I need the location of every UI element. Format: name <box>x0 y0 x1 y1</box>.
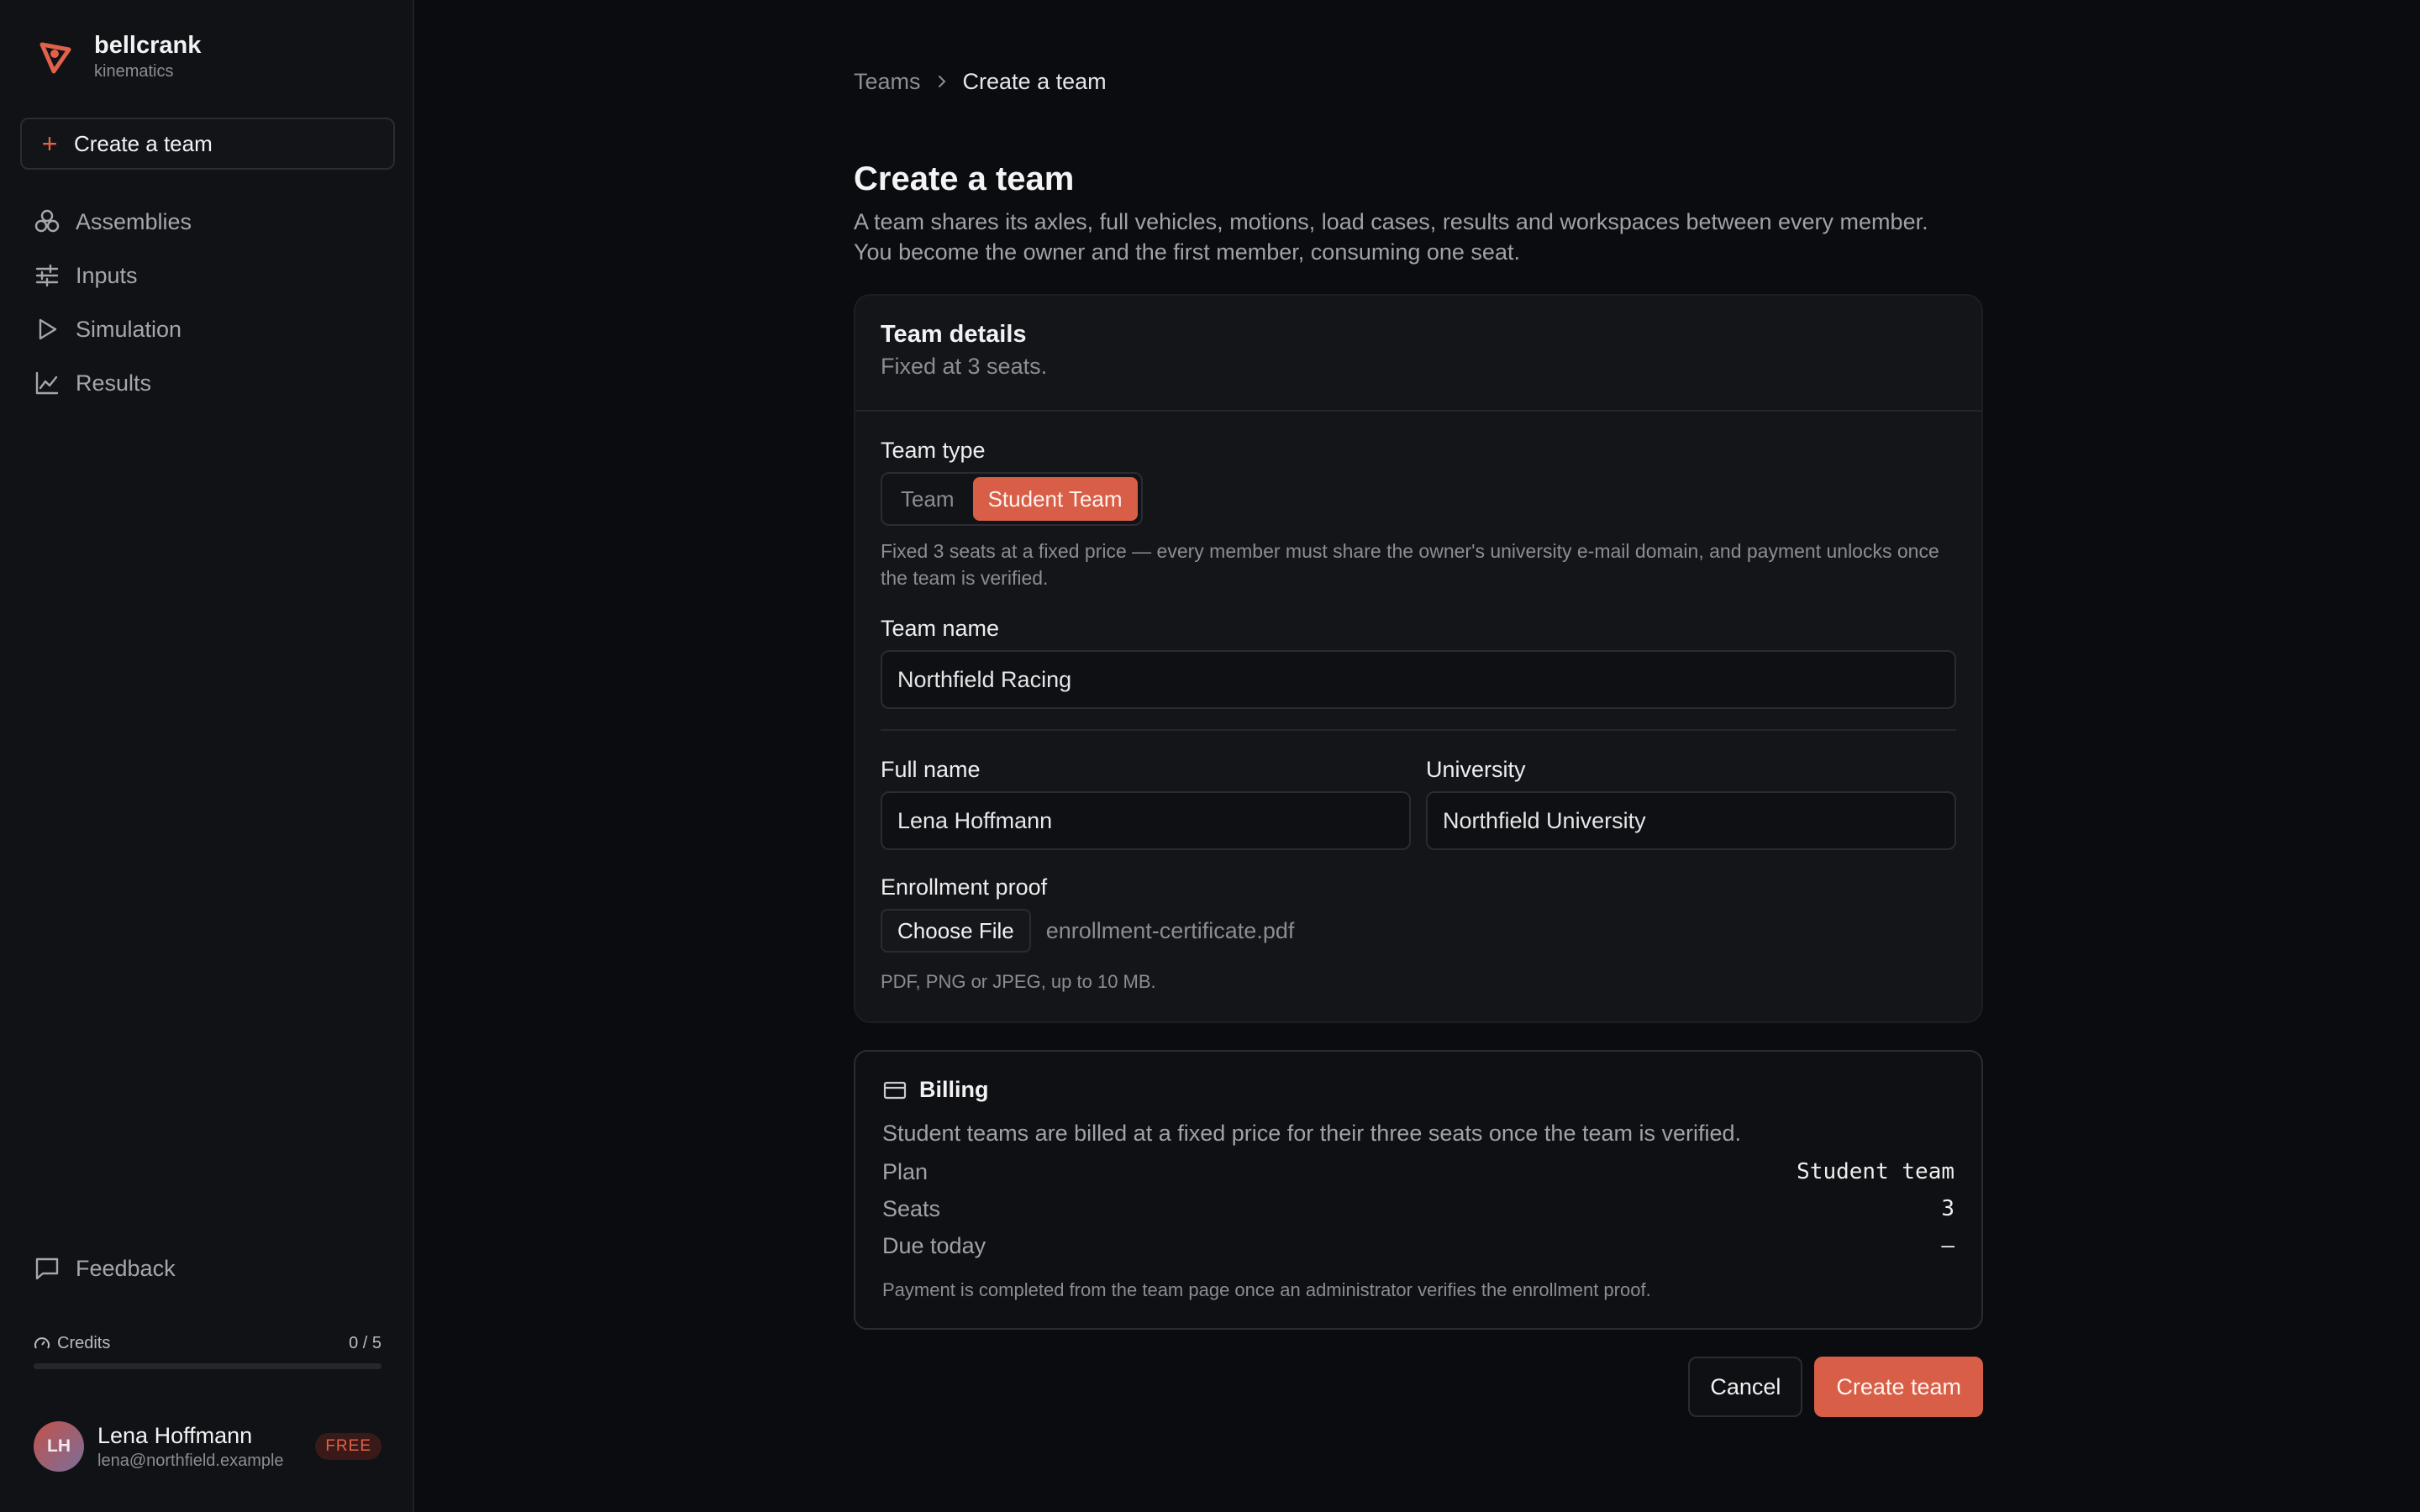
team-type-label: Team type <box>881 438 986 463</box>
bellcrank-logo-icon <box>39 42 71 74</box>
billing-title: Billing <box>919 1077 989 1102</box>
brand[interactable]: bellcrank kinematics <box>37 30 201 82</box>
team-details-title: Team details <box>881 321 1027 348</box>
billing-key: Plan <box>882 1159 929 1184</box>
file-hint: PDF, PNG or JPEG, up to 10 MB. <box>881 971 1156 992</box>
team-details-card: Team details Fixed at 3 seats. Team type… <box>854 294 1983 1023</box>
team-type-option-team[interactable]: Team <box>886 477 970 521</box>
team-name-input[interactable]: Northfield Racing <box>881 650 1956 709</box>
page-description-line-2: You become the owner and the first membe… <box>854 239 1520 265</box>
cancel-button[interactable]: Cancel <box>1688 1357 1803 1417</box>
university-label: University <box>1426 757 1526 782</box>
sidebar-item-simulation[interactable]: Simulation <box>20 302 395 356</box>
feedback-button[interactable]: Feedback <box>34 1255 176 1282</box>
chevron-right-icon <box>938 76 945 87</box>
sidebar-item-results[interactable]: Results <box>20 356 395 410</box>
billing-key: Due today <box>882 1233 986 1258</box>
avatar: LH <box>34 1421 84 1472</box>
chart-icon <box>35 371 59 395</box>
billing-row-plan: Plan Student team <box>882 1153 1954 1190</box>
brand-name: bellcrank <box>94 32 202 59</box>
sidebar-nav: Assemblies Inputs Simulation Results <box>20 195 395 410</box>
form-actions: Cancel Create team <box>854 1357 1983 1417</box>
choose-file-button[interactable]: Choose File <box>881 909 1031 953</box>
user-email: lena@northfield.example <box>97 1452 284 1470</box>
user-profile[interactable]: LH Lena Hoffmann lena@northfield.example… <box>34 1421 381 1472</box>
page-description: A team shares its axles, full vehicles, … <box>854 207 1983 267</box>
credit-card-icon <box>883 1081 907 1099</box>
billing-note: Payment is completed from the team page … <box>882 1279 1651 1300</box>
full-name-label: Full name <box>881 757 981 782</box>
billing-value: Student team <box>1797 1159 1954 1184</box>
team-type-option-student-team[interactable]: Student Team <box>972 477 1138 521</box>
sidebar-item-inputs[interactable]: Inputs <box>20 249 395 302</box>
sidebar-item-label: Simulation <box>76 316 182 342</box>
credits-meter: Credits 0 / 5 <box>34 1334 381 1369</box>
page-description-line-1: A team shares its axles, full vehicles, … <box>854 209 1928 234</box>
billing-value: — <box>1941 1233 1954 1258</box>
team-type-toggle: Team Student Team <box>881 472 1143 526</box>
sidebar-item-label: Results <box>76 370 152 396</box>
divider <box>881 729 1956 731</box>
credits-progress-bar <box>34 1363 381 1369</box>
sidebar-item-assemblies[interactable]: Assemblies <box>20 195 395 249</box>
breadcrumb-teams-link[interactable]: Teams <box>854 69 921 95</box>
create-team-label: Create a team <box>74 130 213 156</box>
team-type-hint: Fixed 3 seats at a fixed price — every m… <box>881 540 1939 589</box>
play-icon <box>39 318 57 340</box>
app-window: bellcrank kinematics + Create a team Ass… <box>0 0 2420 1512</box>
billing-key: Seats <box>882 1196 941 1221</box>
enrollment-proof-label: Enrollment proof <box>881 874 1048 900</box>
main-content: Teams Create a team Create a team A team… <box>414 0 2420 1512</box>
sidebar-item-label: Assemblies <box>76 208 192 234</box>
billing-value: 3 <box>1941 1196 1954 1221</box>
assemblies-icon <box>34 209 60 233</box>
team-details-subtitle: Fixed at 3 seats. <box>881 354 1048 379</box>
breadcrumb-current: Create a team <box>962 68 1107 94</box>
page-title: Create a team <box>854 160 1075 197</box>
breadcrumb: Teams Create a team <box>854 66 1983 97</box>
selected-file-name: enrollment-certificate.pdf <box>1045 917 1295 943</box>
university-input[interactable]: Northfield University <box>1426 791 1956 850</box>
gauge-icon <box>34 1336 50 1348</box>
create-team-submit-button[interactable]: Create team <box>1814 1357 1983 1417</box>
billing-card: Billing Student teams are billed at a fi… <box>854 1050 1983 1330</box>
team-name-label: Team name <box>881 616 1000 641</box>
credits-value: 0 / 5 <box>349 1334 381 1352</box>
plus-icon: + <box>41 129 58 159</box>
full-name-input[interactable]: Lena Hoffmann <box>881 791 1411 850</box>
sidebar-item-label: Inputs <box>76 262 138 288</box>
billing-description: Student teams are billed at a fixed pric… <box>882 1121 1742 1146</box>
brand-subtitle: kinematics <box>94 62 174 81</box>
plan-badge: FREE <box>315 1433 381 1460</box>
user-name: Lena Hoffmann <box>97 1423 253 1448</box>
billing-row-seats: Seats 3 <box>882 1190 1954 1227</box>
sliders-icon <box>35 264 59 287</box>
billing-row-due-today: Due today — <box>882 1227 1954 1264</box>
sidebar: bellcrank kinematics + Create a team Ass… <box>0 0 414 1512</box>
feedback-label: Feedback <box>76 1255 176 1281</box>
credits-label: Credits <box>57 1334 111 1352</box>
create-team-button[interactable]: + Create a team <box>20 118 395 170</box>
message-square-icon <box>35 1257 59 1280</box>
